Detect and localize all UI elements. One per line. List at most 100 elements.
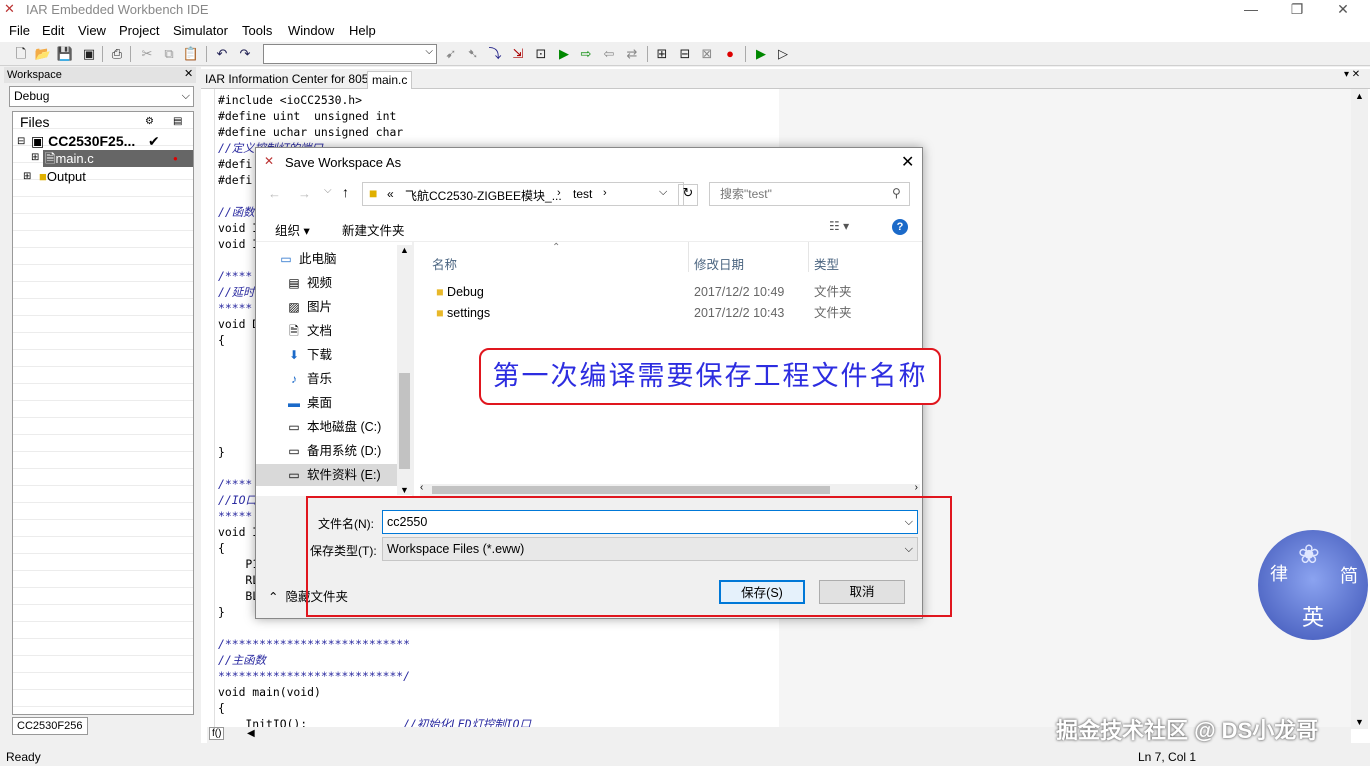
help-icon[interactable]: ? <box>892 219 908 235</box>
replace-icon[interactable]: ⇲ <box>509 45 527 63</box>
column-date[interactable]: 修改日期 <box>694 254 744 273</box>
workspace-panel: Workspace ✕ Debug ⌵ Files ⚙ ▤ ⊟ ▣ CC2530F… <box>4 67 196 743</box>
goto-icon[interactable]: ⊡ <box>532 45 550 63</box>
next-bookmark-icon[interactable]: ⇨ <box>577 45 595 63</box>
menu-window[interactable]: Window <box>288 23 334 38</box>
menu-edit[interactable]: Edit <box>42 23 64 38</box>
tab-main-c[interactable]: main.c <box>367 71 413 89</box>
menu-simulator[interactable]: Simulator <box>173 23 228 38</box>
minimize-button[interactable]: — <box>1228 0 1274 20</box>
up-icon[interactable]: ↑ <box>342 184 349 200</box>
close-icon[interactable]: ✕ <box>184 67 193 80</box>
find-in-files-icon[interactable]: ⤵ <box>486 45 504 63</box>
copy-icon[interactable]: ⧉ <box>160 45 178 63</box>
nav-documents[interactable]: 🗎 文档 <box>286 320 332 342</box>
nav-desktop[interactable]: ▬ 桌面 <box>286 392 332 414</box>
nav-this-pc[interactable]: ▭ 此电脑 <box>278 248 336 270</box>
chevron-down-icon: ⌵ <box>425 46 433 57</box>
settings-icon[interactable]: ⚙ <box>145 116 154 127</box>
project-node[interactable]: ⊟ ▣ CC2530F25... ✔ <box>13 133 193 150</box>
compile-icon[interactable]: ⊞ <box>653 45 671 63</box>
organize-button[interactable]: 组织 ▾ <box>275 220 310 239</box>
files-column-header: Files <box>20 114 50 130</box>
file-node-main[interactable]: 🗎main.c ● <box>43 150 193 167</box>
paste-icon[interactable]: 📋 <box>182 45 200 63</box>
highlight-box <box>306 496 952 617</box>
menu-tools[interactable]: Tools <box>242 23 272 38</box>
code-line: ***************************/ <box>218 669 411 683</box>
configuration-select[interactable]: Debug ⌵ <box>9 86 194 107</box>
tab-info-center[interactable]: IAR Information Center for 8051 <box>201 71 379 89</box>
dialog-close-icon[interactable]: ✕ <box>901 152 914 172</box>
code-line: #define uchar unsigned char <box>218 125 404 139</box>
menu-help[interactable]: Help <box>349 23 376 38</box>
expand-icon: ⊞ <box>23 171 32 182</box>
nav-drive-e[interactable]: ▭ 软件资料 (E:) <box>256 464 397 486</box>
collapse-icon: ⊟ <box>17 136 26 147</box>
code-line: //主函数 <box>218 653 266 667</box>
find-combo[interactable]: ⌵ <box>263 44 437 64</box>
print-icon[interactable]: ⎙ <box>108 45 126 63</box>
save-icon[interactable]: 💾 <box>56 45 74 63</box>
debug-no-download-icon[interactable]: ▷ <box>774 45 792 63</box>
save-all-icon[interactable]: ▣ <box>80 45 98 63</box>
column-name[interactable]: 名称 <box>432 254 457 273</box>
modified-dot-icon: ● <box>173 154 178 163</box>
column-type[interactable]: 类型 <box>814 254 839 273</box>
find-next-icon[interactable]: ➹ <box>442 45 460 63</box>
view-options-icon[interactable]: ☷ ▾ <box>829 219 849 233</box>
nav-drive-d[interactable]: ▭ 备用系统 (D:) <box>286 440 381 462</box>
undo-icon[interactable]: ↶ <box>213 45 231 63</box>
code-line: #include <ioCC2530.h> <box>218 93 363 107</box>
menu-project[interactable]: Project <box>119 23 159 38</box>
file-row-settings[interactable]: ■ settings 2017/12/2 10:43 文件夹 <box>436 303 916 323</box>
prev-bookmark-icon[interactable]: ⇦ <box>600 45 618 63</box>
debug-icon[interactable]: ▶ <box>752 45 770 63</box>
output-folder-node[interactable]: ⊞ ■Output <box>13 168 193 185</box>
nav-scrollbar[interactable]: ▲ ▼ <box>397 245 412 495</box>
stop-build-icon[interactable]: ⊠ <box>698 45 716 63</box>
new-file-icon[interactable]: 🗋 <box>12 45 30 63</box>
redo-icon[interactable]: ↷ <box>236 45 254 63</box>
chevron-up-icon: ⌃ <box>268 590 279 604</box>
restore-button[interactable]: ❐ <box>1274 0 1320 20</box>
new-folder-button[interactable]: 新建文件夹 <box>342 220 405 239</box>
back-icon[interactable]: ← <box>268 186 281 201</box>
menu-file[interactable]: File <box>9 23 30 38</box>
recent-chevron-icon[interactable]: ⌵ <box>324 185 332 196</box>
nav-videos[interactable]: ▤ 视频 <box>286 272 332 294</box>
status-bar: Ready Ln 7, Col 1 <box>0 746 1370 764</box>
navigation-pane: ▭ 此电脑 ▤ 视频 ▨ 图片 🗎 文档 ⬇ 下载 ♪ 音乐 ▬ 桌面 ▭ 本地磁盘 (C:) … <box>256 242 412 496</box>
checkmark-icon: ✔ <box>148 133 160 149</box>
expand-icon[interactable]: ⊞ <box>31 152 39 163</box>
find-prev-icon[interactable]: ➷ <box>464 45 482 63</box>
command-bar: 组织 ▾ 新建文件夹 ☷ ▾ ? <box>256 212 922 242</box>
breadcrumb-current: test <box>573 187 593 201</box>
menu-bar: File Edit View Project Simulator Tools W… <box>0 20 1370 42</box>
address-bar[interactable]: ■ « 飞航CC2530-ZIGBEE模块_... › test › ⌵ <box>362 182 684 206</box>
navigate-icon[interactable]: ⇄ <box>623 45 641 63</box>
nav-drive-c[interactable]: ▭ 本地磁盘 (C:) <box>286 416 381 438</box>
nav-music[interactable]: ♪ 音乐 <box>286 368 332 390</box>
chevron-down-icon: ⌵ <box>181 90 190 102</box>
make-icon[interactable]: ⊟ <box>676 45 694 63</box>
vertical-scrollbar[interactable]: ▲ ▼ <box>1351 89 1368 729</box>
search-input[interactable]: 搜索"test" <box>709 182 910 206</box>
refresh-icon[interactable]: ↻ <box>678 184 698 206</box>
breakpoint-icon[interactable]: ● <box>721 45 739 63</box>
open-folder-icon[interactable]: 📂 <box>34 45 52 63</box>
bookmark-icon[interactable]: ▶ <box>555 45 573 63</box>
cut-icon[interactable]: ✂ <box>138 45 156 63</box>
tab-menu-icon[interactable]: ▾ ✕ <box>1344 69 1360 80</box>
nav-downloads[interactable]: ⬇ 下载 <box>286 344 332 366</box>
code-line: void main(void) <box>218 685 321 699</box>
menu-view[interactable]: View <box>78 23 106 38</box>
editor-tabs: IAR Information Center for 8051 main.c ▾… <box>201 69 1370 89</box>
tree-options-icon[interactable]: ▤ <box>173 116 182 127</box>
file-list-hscrollbar[interactable]: ‹ › <box>420 482 920 496</box>
forward-icon[interactable]: → <box>298 186 311 201</box>
nav-pictures[interactable]: ▨ 图片 <box>286 296 332 318</box>
file-row-debug[interactable]: ■ Debug 2017/12/2 10:49 文件夹 <box>436 282 916 302</box>
close-button[interactable]: ✕ <box>1320 0 1366 20</box>
workspace-tab[interactable]: CC2530F256 <box>12 717 88 735</box>
